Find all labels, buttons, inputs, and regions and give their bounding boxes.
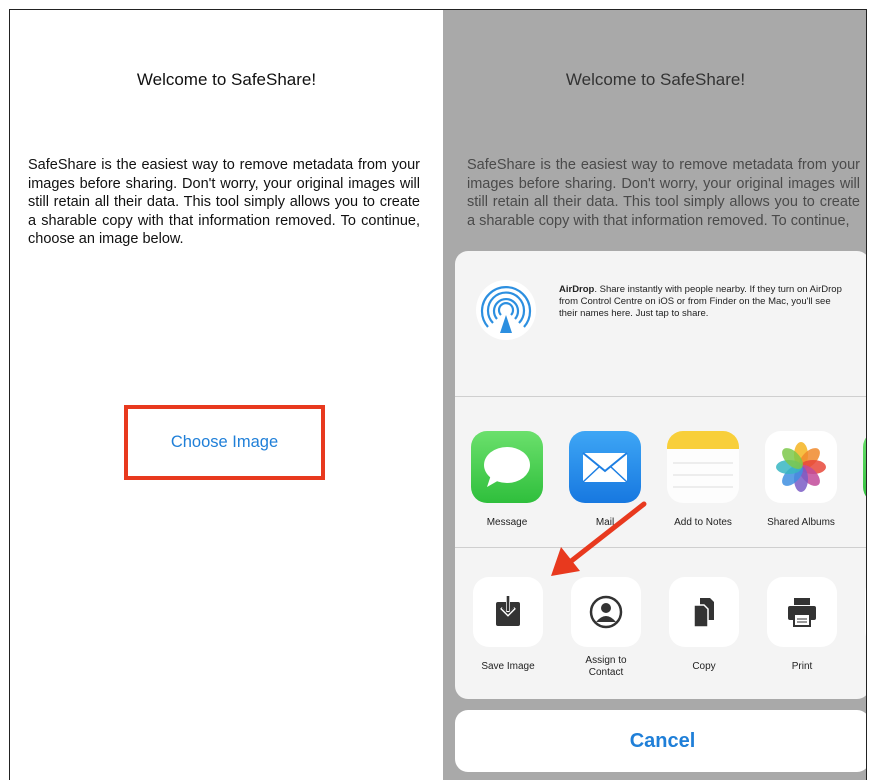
mail-icon: [569, 431, 641, 503]
airdrop-section[interactable]: AirDrop. Share instantly with people nea…: [455, 251, 866, 397]
page-title: Welcome to SafeShare!: [136, 70, 317, 89]
action-label: Assign to Contact: [585, 655, 627, 678]
left-screen: Welcome to SafeShare! SafeShare is the e…: [10, 10, 443, 780]
share-app-partial[interactable]: [863, 431, 866, 503]
action-print[interactable]: Print: [766, 577, 838, 673]
page-title: Welcome to SafeShare!: [565, 70, 746, 89]
action-assign-contact[interactable]: Assign to Contact: [570, 577, 642, 679]
partial-action-icon: [865, 577, 866, 647]
assign-contact-icon: [571, 577, 641, 647]
action-label: Save Image: [481, 661, 535, 672]
share-app-label: Message: [486, 517, 528, 528]
share-app-notes[interactable]: Add to Notes: [667, 431, 739, 529]
message-icon: [471, 431, 543, 503]
share-app-message[interactable]: Message: [471, 431, 543, 529]
choose-image-highlight: Choose Image: [124, 405, 325, 480]
notes-icon: [667, 431, 739, 503]
airdrop-description: AirDrop. Share instantly with people nea…: [559, 284, 842, 319]
airdrop-icon: [476, 280, 536, 340]
action-copy[interactable]: Copy: [668, 577, 740, 673]
share-sheet: AirDrop. Share instantly with people nea…: [455, 251, 866, 699]
photos-icon: [765, 431, 837, 503]
action-label: Copy: [692, 661, 716, 672]
intro-text: SafeShare is the easiest way to remove m…: [467, 157, 860, 229]
right-screen: Welcome to SafeShare! SafeShare is the e…: [443, 10, 866, 780]
share-app-label: Add to Notes: [674, 517, 732, 528]
partial-app-icon: [863, 431, 866, 503]
choose-image-button[interactable]: Choose Image: [171, 433, 278, 452]
share-app-shared-albums[interactable]: Shared Albums: [765, 431, 837, 529]
print-icon: [767, 577, 837, 647]
share-actions-row: Save Image Assign to Contact Copy Print: [455, 548, 866, 699]
share-app-label: Shared Albums: [767, 517, 835, 528]
share-app-mail[interactable]: Mail: [569, 431, 641, 529]
action-save-image[interactable]: Save Image: [472, 577, 544, 673]
screenshot-frame: Welcome to SafeShare! SafeShare is the e…: [9, 9, 867, 780]
intro-text: SafeShare is the easiest way to remove m…: [28, 157, 420, 247]
share-apps-row: Message Mail Add to Notes Shared Albums: [455, 397, 866, 548]
action-label: Print: [791, 661, 813, 672]
save-image-icon: [473, 577, 543, 647]
copy-icon: [669, 577, 739, 647]
share-app-label: Mail: [595, 517, 615, 528]
action-partial[interactable]: [864, 577, 866, 647]
cancel-button[interactable]: Cancel: [455, 710, 866, 772]
